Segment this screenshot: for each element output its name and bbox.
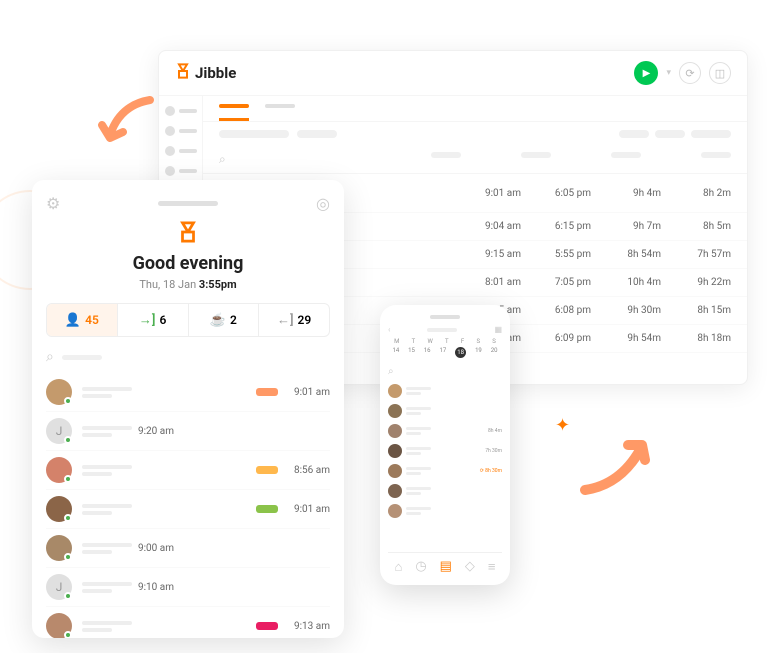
date-cell[interactable]: 18: [455, 347, 466, 358]
tab-home-icon[interactable]: ⌂: [394, 559, 402, 575]
calendar-icon[interactable]: ▦: [494, 325, 502, 334]
toolbar-filter[interactable]: [297, 130, 337, 138]
stat-present[interactable]: 👤45: [47, 304, 118, 336]
tab[interactable]: [265, 104, 295, 108]
tablet-window: ⚙ ◎ Good evening Thu, 18 Jan 3:55pm 👤45 …: [32, 180, 344, 638]
search-row[interactable]: ⌕: [46, 349, 330, 365]
tablet-logo-icon: [46, 221, 330, 249]
sparkle-icon: ✦: [555, 415, 570, 436]
person-icon: 👤: [65, 313, 81, 328]
tab-list-icon[interactable]: ▤: [440, 559, 452, 575]
settings-icon[interactable]: ⚙: [46, 194, 60, 213]
arrow-decoration: [570, 410, 670, 510]
person-row[interactable]: 8:56 am: [46, 451, 330, 490]
phone-window: ‹ ▦ MTWTFSS 14 15 16 17 18 19 20 ⌕ 8h 4m 7h 30…: [380, 305, 510, 585]
phone-person-row[interactable]: [388, 381, 502, 401]
header-controls: ▶ ▾ ⟳ ◫: [634, 61, 731, 85]
date-cell[interactable]: 16: [424, 347, 431, 358]
date-cell[interactable]: 17: [439, 347, 446, 358]
toolbar-action[interactable]: [655, 130, 685, 138]
toolbar-action[interactable]: [619, 130, 649, 138]
refresh-button[interactable]: ⟳: [679, 62, 701, 84]
chevron-left-icon[interactable]: ‹: [388, 325, 390, 334]
play-button[interactable]: ▶: [634, 61, 658, 85]
tab-timer-icon[interactable]: ◷: [415, 559, 426, 575]
phone-person-row[interactable]: [388, 481, 502, 501]
toolbar-action[interactable]: [691, 130, 731, 138]
toolbar-filter[interactable]: [219, 130, 289, 138]
phone-search[interactable]: ⌕: [388, 366, 502, 377]
tab-menu-icon[interactable]: ≡: [488, 559, 496, 575]
tab-bar: [203, 96, 747, 122]
week-dates: 14 15 16 17 18 19 20: [388, 347, 502, 358]
week-days: MTWTFSS: [388, 338, 502, 345]
person-row[interactable]: 9:13 am: [46, 607, 330, 638]
logo-icon: [175, 63, 191, 83]
date-time: Thu, 18 Jan 3:55pm: [46, 278, 330, 291]
arrow-decoration: [90, 90, 160, 160]
date-cell[interactable]: 19: [475, 347, 482, 358]
logo: Jibble: [175, 63, 236, 83]
search-icon: ⌕: [46, 349, 54, 365]
desktop-header: Jibble ▶ ▾ ⟳ ◫: [159, 51, 747, 96]
dropdown-icon[interactable]: ▾: [666, 68, 671, 78]
phone-person-row[interactable]: 8h 4m: [388, 421, 502, 441]
person-row[interactable]: 9:01 am: [46, 373, 330, 412]
table-header: ⌕: [203, 146, 747, 174]
phone-person-row[interactable]: [388, 401, 502, 421]
stat-out[interactable]: ←]29: [259, 304, 329, 336]
target-icon[interactable]: ◎: [316, 194, 330, 213]
login-icon: →]: [139, 312, 156, 328]
sidebar-item[interactable]: [165, 166, 197, 176]
sidebar-item[interactable]: [165, 146, 197, 156]
date-cell[interactable]: 14: [392, 347, 399, 358]
greeting: Good evening: [46, 253, 330, 274]
person-row[interactable]: J 9:20 am: [46, 412, 330, 451]
person-row[interactable]: 9:00 am: [46, 529, 330, 568]
sidebar-item[interactable]: [165, 126, 197, 136]
date-cell[interactable]: 15: [408, 347, 415, 358]
phone-tab-bar: ⌂ ◷ ▤ ◇ ≡: [388, 552, 502, 581]
date-cell[interactable]: 20: [491, 347, 498, 358]
sidebar-item[interactable]: [165, 106, 197, 116]
phone-person-row[interactable]: [388, 501, 502, 521]
stat-in[interactable]: →]6: [118, 304, 189, 336]
person-row[interactable]: J 9:10 am: [46, 568, 330, 607]
phone-person-row[interactable]: ⟳ 8h 30m: [388, 461, 502, 481]
stats-bar: 👤45 →]6 ☕2 ←]29: [46, 303, 330, 337]
phone-person-row[interactable]: 7h 30m: [388, 441, 502, 461]
logout-icon: ←]: [277, 312, 294, 328]
person-row[interactable]: 9:01 am: [46, 490, 330, 529]
tab-shield-icon[interactable]: ◇: [465, 559, 475, 575]
brand-name: Jibble: [195, 64, 236, 82]
coffee-icon: ☕: [210, 313, 226, 328]
table-search-icon[interactable]: ⌕: [219, 152, 226, 167]
stat-break[interactable]: ☕2: [189, 304, 260, 336]
stats-button[interactable]: ◫: [709, 62, 731, 84]
tab-active[interactable]: [219, 104, 249, 108]
